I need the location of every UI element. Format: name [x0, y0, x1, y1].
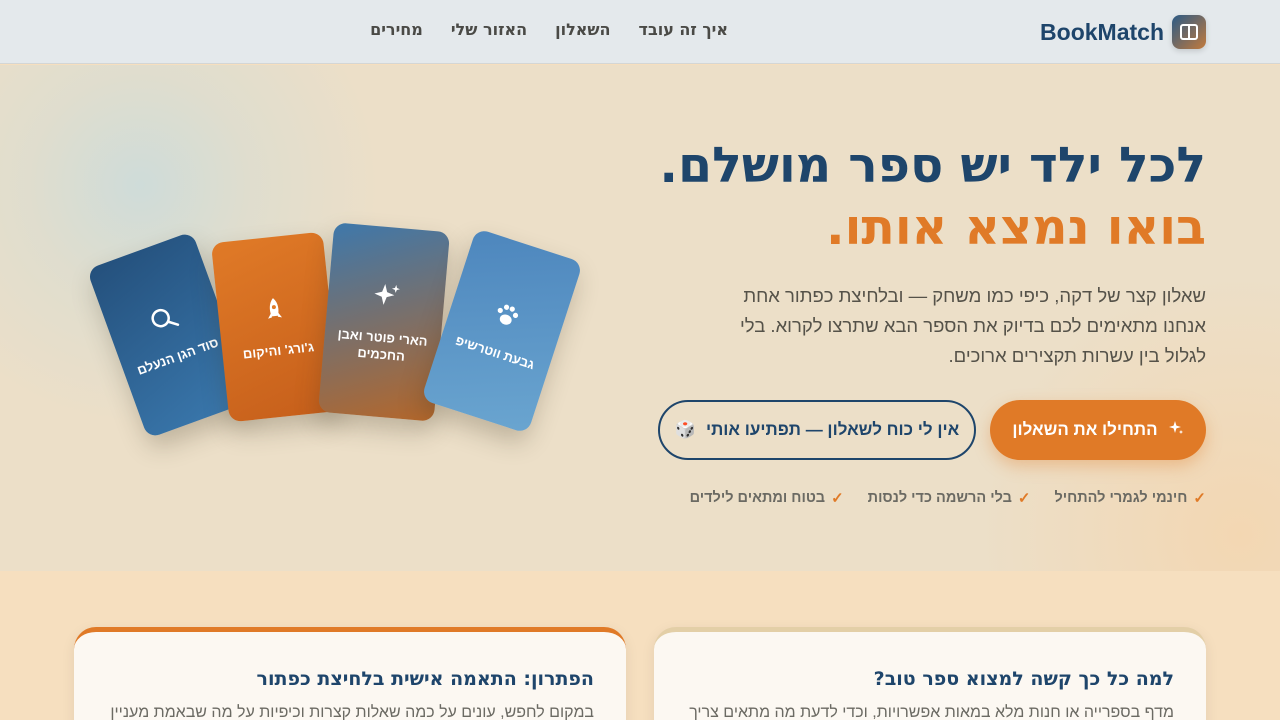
feature-label: בלי הרשמה כדי לנסות [867, 490, 1012, 506]
surprise-me-button[interactable]: אין לי כוח לשאלון — תפתיעו אותי 🎲 [658, 400, 976, 460]
surprise-me-label: אין לי כוח לשאלון — תפתיעו אותי [705, 420, 960, 439]
dice-icon: 🎲 [674, 420, 696, 439]
rocket-icon [263, 295, 286, 329]
problem-card: למה כל כך קשה למצוא ספר טוב? מדף בספרייה… [654, 627, 1206, 720]
book-cards-illustration: סוד הגן הנעלם ג'ורג' והיקום הארי פוטר וא… [0, 65, 640, 571]
top-navbar: BookMatch איך זה עובד השאלון האזור שלי מ… [0, 0, 1280, 64]
hero-headline-accent: בואו נמצא אותו. [825, 199, 1206, 256]
hero-subtext: שאלון קצר של דקה, כיפי כמו משחק — ובלחיצ… [739, 285, 1206, 366]
book-card-title: סוד הגן הנעלם [134, 334, 221, 378]
check-icon: ✓ [1017, 490, 1031, 507]
solution-text: במקום לחפש, עונים על כמה שאלות קצרות וכי… [110, 704, 594, 720]
book-card-title: ג'ורג' והיקום [242, 338, 315, 362]
hero-headline: לכל ילד יש ספר מושלם. [659, 137, 1206, 194]
hero-section: סוד הגן הנעלם ג'ורג' והיקום הארי פוטר וא… [0, 65, 1280, 571]
feature-list: ✓ חינמי לגמרי להתחיל ✓ בלי הרשמה כדי לנס… [690, 489, 1206, 507]
book-icon [1172, 15, 1206, 49]
nav-link-questionnaire[interactable]: השאלון [555, 20, 610, 39]
nav-link-how-it-works[interactable]: איך זה עובד [639, 20, 728, 39]
nav-link-my-area[interactable]: האזור שלי [451, 20, 527, 39]
nav-links: איך זה עובד השאלון האזור שלי מחירים [370, 20, 728, 39]
paw-icon [490, 298, 524, 335]
brand-name: BookMatch [1040, 18, 1164, 45]
problem-title: למה כל כך קשה למצוא ספר טוב? [873, 668, 1174, 690]
book-card-title: הארי פוטר ואבן החכמים [337, 326, 429, 364]
problem-text: מדף בספרייה או חנות מלא במאות אפשרויות, … [689, 704, 1174, 720]
solution-title: הפתרון: התאמה אישית בלחיצת כפתור [256, 668, 594, 690]
check-icon: ✓ [831, 490, 844, 507]
sparkle-icon [1168, 420, 1184, 441]
start-questionnaire-label: התחילו את השאלון [1012, 420, 1158, 439]
check-icon: ✓ [1193, 490, 1206, 507]
start-questionnaire-button[interactable]: התחילו את השאלון [990, 400, 1206, 460]
sparkle-icon [370, 280, 403, 316]
feature-label: חינמי לגמרי להתחיל [1054, 490, 1188, 506]
feature-item: ✓ בטוח ומתאים לילדים [690, 489, 844, 507]
feature-item: ✓ חינמי לגמרי להתחיל [1054, 489, 1206, 507]
book-card-title: גבעת ווטרשיפ [453, 332, 537, 372]
feature-label: בטוח ומתאים לילדים [689, 490, 826, 506]
brand-logo[interactable]: BookMatch [1040, 15, 1206, 49]
magnifier-icon [146, 302, 183, 340]
feature-item: ✓ בלי הרשמה כדי לנסות [868, 489, 1031, 507]
solution-card: הפתרון: התאמה אישית בלחיצת כפתור במקום ל… [74, 627, 626, 720]
nav-link-pricing[interactable]: מחירים [370, 20, 423, 39]
